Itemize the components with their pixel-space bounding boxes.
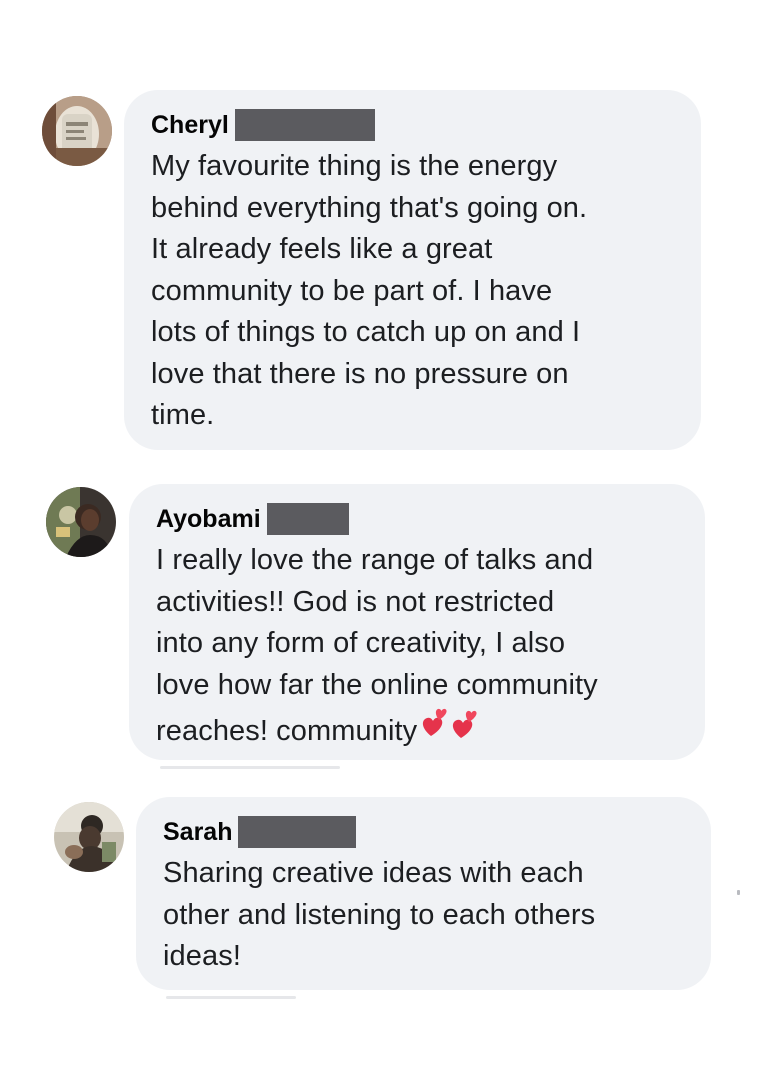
author-row: Sarah — [163, 815, 685, 849]
reaction-bar-hint — [166, 996, 296, 999]
avatar-ayobami[interactable] — [46, 487, 116, 557]
comment-text: I really love the range of talks and act… — [156, 540, 679, 755]
comment-line: community to be part of. I have — [151, 274, 553, 307]
comment-line: ideas! — [163, 940, 241, 972]
comment-line: It already feels like a great — [151, 233, 493, 265]
comment-text: Sharing creative ideas with each other a… — [163, 853, 685, 978]
redacted-surname — [266, 503, 349, 535]
comment-line: time. — [151, 399, 215, 431]
author-name[interactable]: Sarah — [163, 817, 232, 847]
comment-bubble: Sarah Sharing creative ideas with each o… — [136, 797, 711, 990]
comment-line: I really love the range of talks and — [156, 544, 594, 576]
scroll-marker — [737, 890, 740, 895]
comment-line: behind everything that's going on. — [151, 191, 588, 224]
comment-text: My favourite thing is the energy behind … — [151, 146, 675, 437]
author-name[interactable]: Cheryl — [151, 110, 229, 140]
comment-line: activities!! God is not restricted — [156, 585, 555, 618]
comment-bubble: Ayobami I really love the range of talks… — [129, 484, 705, 760]
avatar-photo-icon — [42, 96, 112, 166]
comment-line: My favourite thing is the energy — [151, 150, 558, 182]
redacted-surname — [234, 109, 375, 141]
reaction-bar-hint — [160, 766, 340, 769]
comment-line: Sharing creative ideas with each — [163, 857, 584, 889]
comment-line: reaches! community — [156, 715, 418, 747]
avatar-photo-icon — [54, 802, 124, 872]
comment-line-with-emoji: reaches! community — [156, 706, 679, 755]
comment-line: love how far the online community — [156, 668, 598, 701]
author-row: Cheryl — [151, 108, 675, 142]
author-name[interactable]: Ayobami — [156, 504, 261, 534]
comment-line: lots of things to catch up on and I — [151, 316, 581, 348]
avatar-cheryl[interactable] — [42, 96, 112, 166]
comment-line: love that there is no pressure on — [151, 357, 569, 390]
comment-line: other and listening to each others — [163, 898, 596, 931]
comment-line: into any form of creativity, I also — [156, 627, 566, 659]
avatar-photo-icon — [46, 487, 116, 557]
author-row: Ayobami — [156, 502, 679, 536]
avatar-sarah[interactable] — [54, 802, 124, 872]
revolving-hearts-icon — [419, 706, 483, 755]
comment-bubble: Cheryl My favourite thing is the energy … — [124, 90, 701, 450]
redacted-surname — [238, 816, 357, 848]
